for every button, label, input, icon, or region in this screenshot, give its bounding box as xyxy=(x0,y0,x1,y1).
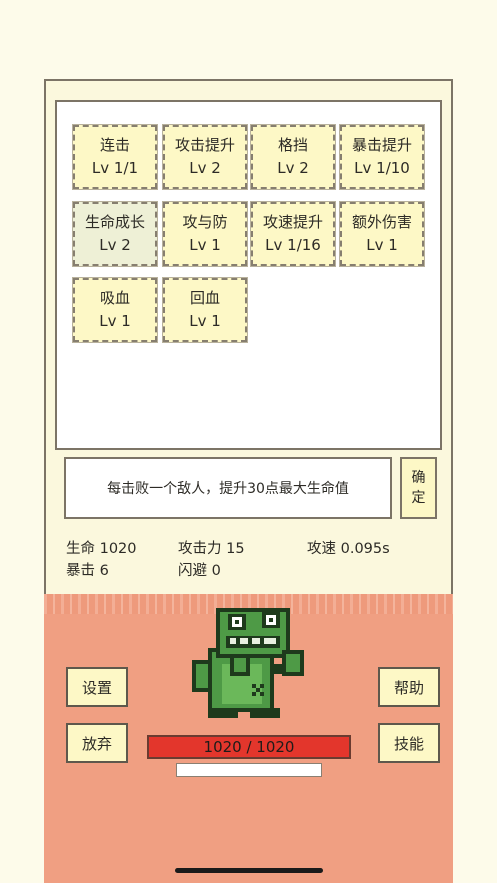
skill-name: 额外伤害 xyxy=(351,213,412,231)
skill-level: Lv 2 xyxy=(277,159,309,177)
skill-level: Lv 1/10 xyxy=(354,159,410,177)
skill-level: Lv 1/1 xyxy=(91,159,139,177)
help-button[interactable]: 帮助 xyxy=(378,667,440,707)
stat-crit: 暴击 6 xyxy=(66,563,109,579)
skill-name: 暴击提升 xyxy=(351,136,412,154)
confirm-label: 确定 xyxy=(411,470,426,506)
skill-name: 攻与防 xyxy=(182,213,228,231)
settings-button[interactable]: 设置 xyxy=(66,667,128,707)
hp-bar: 1020 / 1020 xyxy=(147,735,351,759)
settings-label: 设置 xyxy=(81,678,112,697)
skill-level: Lv 2 xyxy=(189,159,221,177)
confirm-button[interactable]: 确定 xyxy=(400,457,437,519)
skill-card-extra-damage[interactable]: 额外伤害 Lv 1 xyxy=(339,201,425,267)
skill-card-atk-def[interactable]: 攻与防 Lv 1 xyxy=(162,201,248,267)
skill-card-lifesteal[interactable]: 吸血 Lv 1 xyxy=(72,277,158,343)
skill-level: Lv 1 xyxy=(366,236,398,254)
skills-label: 技能 xyxy=(393,734,424,753)
skill-description: 每击败一个敌人，提升30点最大生命值 xyxy=(64,457,392,519)
skill-level: Lv 1 xyxy=(189,236,221,254)
give-up-label: 放弃 xyxy=(81,734,112,753)
skill-card-regen[interactable]: 回血 Lv 1 xyxy=(162,277,248,343)
skills-button[interactable]: 技能 xyxy=(378,723,440,763)
stat-attack: 攻击力 15 xyxy=(178,541,245,557)
hp-bar-text: 1020 / 1020 xyxy=(203,738,295,756)
skill-description-text: 每击败一个敌人，提升30点最大生命值 xyxy=(107,481,349,497)
green-frog-fighter-icon xyxy=(186,602,306,720)
stat-dodge: 闪避 0 xyxy=(178,563,221,579)
skill-name: 吸血 xyxy=(99,289,130,307)
skill-card-hp-growth[interactable]: 生命成长 Lv 2 xyxy=(72,201,158,267)
help-label: 帮助 xyxy=(393,678,424,697)
skill-name: 攻速提升 xyxy=(262,213,323,231)
skill-card-combo[interactable]: 连击 Lv 1/1 xyxy=(72,124,158,190)
home-indicator xyxy=(175,868,323,873)
skill-level: Lv 2 xyxy=(99,236,131,254)
skill-grid: 连击 Lv 1/1 攻击提升 Lv 2 格挡 Lv 2 暴击提升 Lv 1/10… xyxy=(55,100,442,450)
stat-hp: 生命 1020 xyxy=(66,541,137,557)
skill-level: Lv 1/16 xyxy=(265,236,321,254)
skill-name: 生命成长 xyxy=(84,213,145,231)
skill-level: Lv 1 xyxy=(189,312,221,330)
skill-card-attack-up[interactable]: 攻击提升 Lv 2 xyxy=(162,124,248,190)
skill-name: 格挡 xyxy=(277,136,308,154)
give-up-button[interactable]: 放弃 xyxy=(66,723,128,763)
skill-card-block[interactable]: 格挡 Lv 2 xyxy=(250,124,336,190)
skill-name: 回血 xyxy=(189,289,220,307)
skill-card-crit-up[interactable]: 暴击提升 Lv 1/10 xyxy=(339,124,425,190)
xp-bar xyxy=(176,763,322,777)
skill-card-attack-speed[interactable]: 攻速提升 Lv 1/16 xyxy=(250,201,336,267)
skill-level: Lv 1 xyxy=(99,312,131,330)
skill-name: 连击 xyxy=(99,136,130,154)
skill-name: 攻击提升 xyxy=(174,136,235,154)
stat-attack-speed: 攻速 0.095s xyxy=(307,541,390,557)
